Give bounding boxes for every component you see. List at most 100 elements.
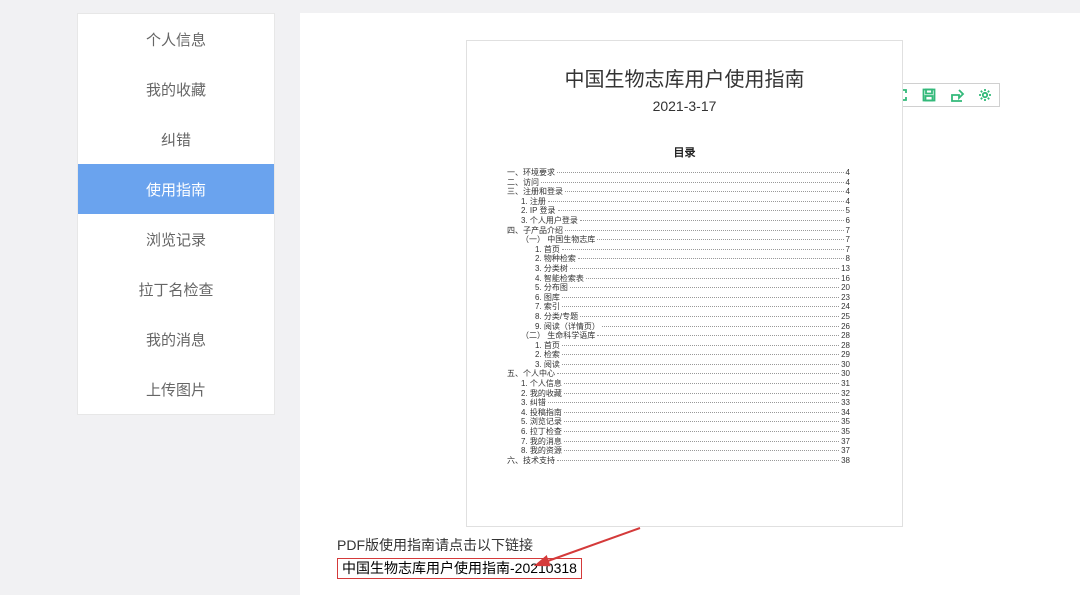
toc-label: 3. 分类树: [535, 264, 568, 274]
toc-dots: [565, 191, 844, 192]
toc-page: 35: [841, 427, 850, 437]
sidebar-item-1[interactable]: 我的收藏: [78, 64, 274, 114]
toc-dots: [564, 450, 839, 451]
toc-row: 一、环境要求4: [507, 168, 850, 178]
document-preview: 中国生物志库用户使用指南 2021-3-17 目录 一、环境要求4二、访问4三、…: [466, 40, 903, 527]
sidebar: 个人信息我的收藏纠错使用指南浏览记录拉丁名检查我的消息上传图片: [77, 13, 275, 415]
toc-label: 六、技术支持: [507, 456, 555, 466]
toc-page: 37: [841, 446, 850, 456]
toc-row: 五、个人中心30: [507, 369, 850, 379]
toc-page: 7: [846, 226, 850, 236]
toc-row: 4. 投稿指南34: [521, 408, 850, 418]
toc-row: 1. 首页 7: [535, 245, 850, 255]
download-prompt: PDF版使用指南请点击以下链接: [337, 536, 582, 556]
toc-label: 8. 分类/专题: [535, 312, 578, 322]
toc-dots: [548, 402, 839, 403]
toc-dots: [562, 297, 839, 298]
toc-row: 四、子产品介绍7: [507, 226, 850, 236]
toc-dots: [564, 412, 839, 413]
toc-row: 2. 物种检索 8: [535, 254, 850, 264]
toc-dots: [557, 460, 839, 461]
toc-row: 2. 我的收藏32: [521, 389, 850, 399]
share-icon[interactable]: [949, 87, 965, 103]
toc-row: 1. 注册 4: [521, 197, 850, 207]
toc-dots: [557, 373, 839, 374]
toc-dots: [564, 421, 839, 422]
sidebar-item-0[interactable]: 个人信息: [78, 14, 274, 64]
toc-row: 三、注册和登录 4: [507, 187, 850, 197]
doc-title: 中国生物志库用户使用指南: [467, 63, 902, 92]
toc-dots: [562, 345, 839, 346]
toc-dots: [564, 441, 839, 442]
sidebar-item-4[interactable]: 浏览记录: [78, 214, 274, 264]
toc-row: 3. 个人用户登录 6: [521, 216, 850, 226]
toc-row: 1. 个人信息31: [521, 379, 850, 389]
toc-page: 4: [846, 178, 850, 188]
toc-row: 5. 分布图 20: [535, 283, 850, 293]
toc-label: 6. 图库: [535, 293, 560, 303]
toc-dots: [564, 431, 839, 432]
toc-label: 2. 检索: [535, 350, 560, 360]
toc-dots: [586, 278, 839, 279]
sidebar-item-5[interactable]: 拉丁名检查: [78, 264, 274, 314]
toc-dots: [602, 326, 839, 327]
toc-dots: [562, 306, 839, 307]
toc-dots: [562, 364, 839, 365]
toc-dots: [564, 383, 839, 384]
toc-page: 13: [841, 264, 850, 274]
toc-row: 3. 纠错33: [521, 398, 850, 408]
toc-page: 20: [841, 283, 850, 293]
toc-page: 26: [841, 322, 850, 332]
toc-dots: [570, 287, 839, 288]
toc-page: 4: [846, 187, 850, 197]
sidebar-item-2[interactable]: 纠错: [78, 114, 274, 164]
sidebar-item-6[interactable]: 我的消息: [78, 314, 274, 364]
toc-page: 6: [846, 216, 850, 226]
save-icon[interactable]: [921, 87, 937, 103]
toc-page: 24: [841, 302, 850, 312]
toc-label: 5. 分布图: [535, 283, 568, 293]
toc-page: 8: [846, 254, 850, 264]
toc-row: 9. 阅读（详情页）26: [535, 322, 850, 332]
toc-row: 2. IP 登录5: [521, 206, 850, 216]
toc-page: 31: [841, 379, 850, 389]
toc-page: 30: [841, 369, 850, 379]
toc-row: 8. 我的资源 37: [521, 446, 850, 456]
toc-row: （一） 中国生物志库7: [521, 235, 850, 245]
toc-row: 7. 我的消息37: [521, 437, 850, 447]
toc-page: 25: [841, 312, 850, 322]
toc-dots: [548, 201, 844, 202]
sidebar-item-3[interactable]: 使用指南: [78, 164, 274, 214]
toc-page: 4: [846, 197, 850, 207]
toc-dots: [597, 335, 839, 336]
toc-label: 3. 个人用户登录: [521, 216, 578, 226]
toc-label: 1. 首页: [535, 245, 560, 255]
download-link[interactable]: 中国生物志库用户使用指南-20210318: [337, 558, 582, 580]
toc-label: 6. 拉丁检查: [521, 427, 562, 437]
toc-page: 38: [841, 456, 850, 466]
toc-dots: [565, 230, 844, 231]
toc-label: 3. 纠错: [521, 398, 546, 408]
toc-label: 7. 索引: [535, 302, 560, 312]
toc-row: 1. 首页28: [535, 341, 850, 351]
toc-label: 8. 我的资源: [521, 446, 562, 456]
toc-label: 1. 注册: [521, 197, 546, 207]
toc-label: 三、注册和登录: [507, 187, 563, 197]
toc-row: （二） 生命科学语库 28: [521, 331, 850, 341]
toc-page: 28: [841, 331, 850, 341]
toc-dots: [580, 316, 839, 317]
toc-label: （二） 生命科学语库: [521, 331, 595, 341]
toc-row: 3. 阅读30: [535, 360, 850, 370]
toc-label: 2. 物种检索: [535, 254, 576, 264]
toc-row: 7. 索引 24: [535, 302, 850, 312]
toc-dots: [541, 182, 844, 183]
toc-label: 4. 智能检索表: [535, 274, 584, 284]
toc-page: 4: [846, 168, 850, 178]
toc-label: 1. 首页: [535, 341, 560, 351]
sidebar-item-7[interactable]: 上传图片: [78, 364, 274, 414]
toc-page: 7: [846, 245, 850, 255]
toc-label: 5. 浏览记录: [521, 417, 562, 427]
toc-row: 6. 拉丁检查 35: [521, 427, 850, 437]
toc-label: 2. 我的收藏: [521, 389, 562, 399]
settings-icon[interactable]: [977, 87, 993, 103]
